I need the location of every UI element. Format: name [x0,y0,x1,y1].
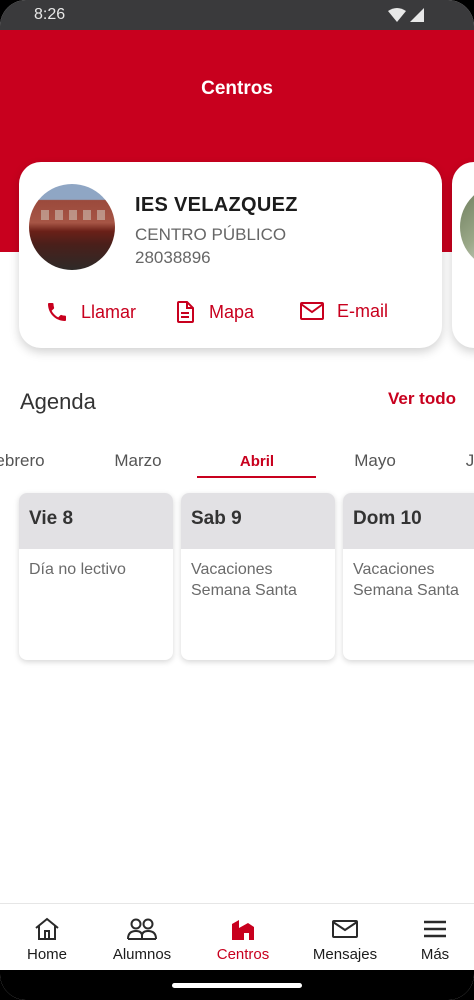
nav-mensajes-label: Mensajes [312,946,378,963]
agenda-day-card[interactable]: Sab 9 Vacaciones Semana Santa [181,493,335,660]
wifi-icon [388,8,406,22]
nav-alumnos[interactable]: Alumnos [95,914,189,963]
tab-month-febrero[interactable]: ebrero [0,451,80,471]
day-label: Vie 8 [19,493,173,549]
call-button[interactable]: Llamar [45,300,136,324]
home-icon [35,917,59,940]
agenda-day-card[interactable]: Dom 10 Vacaciones Semana Santa [343,493,474,660]
tab-month-junio[interactable]: J [410,451,474,471]
building-icon [232,920,254,940]
tab-month-abril[interactable]: Abril [197,453,317,470]
document-icon [177,301,194,323]
school-photo [460,184,474,270]
day-label: Sab 9 [181,493,335,549]
status-bar: 8:26 [0,0,474,30]
nav-mensajes[interactable]: Mensajes [298,914,392,963]
email-button[interactable]: E-mail [299,300,388,322]
school-name: IES VELAZQUEZ [135,194,298,216]
status-time: 8:26 [34,6,66,23]
menu-icon [424,920,446,938]
school-type: CENTRO PÚBLICO [135,225,287,244]
school-photo [29,184,115,270]
nav-home-label: Home [26,946,67,963]
event-line: Semana Santa [353,582,459,599]
signal-icon [410,8,424,22]
phone-screen: 8:26 Centros IES VELAZQUEZ CENTRO PÚBLIC… [0,0,474,1000]
active-tab-indicator [197,476,316,478]
call-label: Llamar [81,301,137,322]
people-icon [127,918,157,940]
nav-mas[interactable]: Más [388,914,474,963]
nav-home[interactable]: Home [0,914,94,963]
day-event: Vacaciones Semana Santa [181,549,335,601]
agenda-day-card[interactable]: Vie 8 Día no lectivo [19,493,173,660]
nav-centros-label: Centros [216,946,270,963]
see-all-link[interactable]: Ver todo [388,389,456,409]
nav-mas-label: Más [420,946,450,963]
phone-icon [48,303,66,321]
school-card[interactable]: IES VELAZQUEZ CENTRO PÚBLICO 28038896 Ll… [19,162,442,348]
bottom-navigation: Home Alumnos Centros Mensajes Más [0,903,474,971]
mail-icon [332,920,358,938]
home-indicator[interactable] [172,983,302,988]
nav-alumnos-label: Alumnos [112,946,172,963]
mail-icon [300,302,324,320]
map-button[interactable]: Mapa [173,300,254,324]
nav-centros[interactable]: Centros [196,914,290,963]
map-label: Mapa [209,301,255,322]
email-label: E-mail [337,300,389,321]
school-code: 28038896 [135,248,211,267]
day-label: Dom 10 [343,493,474,549]
event-line: Día no lectivo [29,561,126,578]
event-line: Vacaciones [353,561,435,578]
day-event: Vacaciones Semana Santa [343,549,474,601]
page-title: Centros [201,78,273,99]
next-school-card[interactable] [452,162,474,348]
agenda-title: Agenda [20,389,96,414]
status-icons [388,8,424,22]
event-line: Semana Santa [191,582,297,599]
tab-month-marzo[interactable]: Marzo [78,451,198,471]
event-line: Vacaciones [191,561,273,578]
month-tabs: ebrero Marzo Abril Mayo J [0,445,474,479]
day-event: Día no lectivo [19,549,173,580]
